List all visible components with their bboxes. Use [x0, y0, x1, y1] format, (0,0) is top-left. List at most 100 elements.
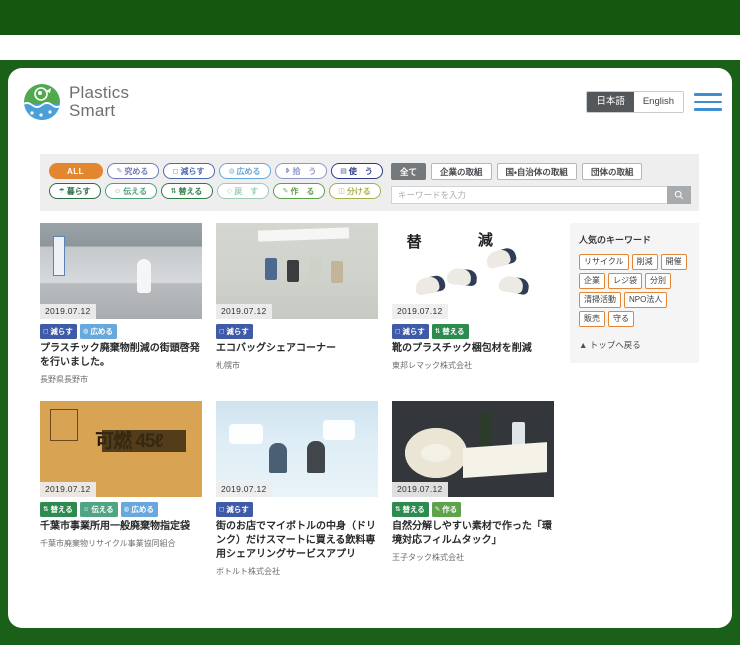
badge-icon: ⇅ — [43, 506, 49, 514]
sidebar: 人気のキーワード リサイクル 削減 開催 企業 レジ袋 分別 清掃活動 NPO法人 販売 守る ▲… — [570, 223, 699, 363]
card-thumbnail[interactable]: 2019.07.12 — [216, 223, 378, 319]
card-item[interactable]: 替減 2019.07.12 ◻ 減らす ⇅ 替える 靴のプラスチック梱包材を削減 東邦レマック… — [392, 223, 554, 385]
site-logo[interactable]: Plastics Smart — [22, 82, 129, 122]
card-badge-0[interactable]: ⇅ 替える — [40, 502, 77, 517]
card-item[interactable]: 可燃 45ℓ 2019.07.12 ⇅ 替える ☺ 伝える ◍ 広める 千葉市事業所用一般廃棄物… — [40, 401, 202, 577]
category-chip-2-4[interactable]: ✎ 作 る — [273, 183, 325, 199]
category-chip-2-3[interactable]: ◇ 戻 す — [217, 183, 269, 199]
card-title[interactable]: 千葉市事業所用一般廃棄物指定袋 — [40, 520, 202, 534]
card-title[interactable]: 街のお店でマイボトルの中身（ドリンク）だけスマートに買える飲料専用シェアリングサ… — [216, 520, 378, 563]
keyword-tag-8[interactable]: 販売 — [579, 311, 605, 327]
category-chip-1-4[interactable]: ❥ 拾 う — [275, 163, 327, 179]
keyword-tag-6[interactable]: 清掃活動 — [579, 292, 621, 308]
site-page: Plastics Smart 日本語 English ALL ✎ 究める ◻ 減らす ◍ 広… — [8, 68, 732, 628]
card-badge-0[interactable]: ◻ 減らす — [216, 324, 253, 339]
search-input[interactable] — [391, 186, 667, 204]
keyword-tag-3[interactable]: 企業 — [579, 273, 605, 289]
card-item[interactable]: 2019.07.12 ◻ 減らす ◍ 広める プラスチック廃棄物削減の街頭啓発を行いました… — [40, 223, 202, 385]
badge-label: 広める — [90, 326, 113, 336]
hamburger-menu-icon[interactable] — [694, 93, 722, 111]
keyword-list: リサイクル 削減 開催企業 レジ袋 分別清掃活動 NPO法人販売 守る — [579, 254, 690, 327]
card-thumbnail[interactable]: 可燃 45ℓ 2019.07.12 — [40, 401, 202, 498]
card-title[interactable]: エコバッグシェアコーナー — [216, 342, 378, 356]
card-badge-0[interactable]: ◻ 減らす — [392, 324, 429, 339]
card-badge-1[interactable]: ☺ 伝える — [79, 502, 118, 517]
chip-icon: ✎ — [282, 187, 289, 195]
keyword-tag-0[interactable]: リサイクル — [579, 254, 629, 270]
badge-icon: ◍ — [82, 328, 89, 335]
chip-icon: ◫ — [338, 187, 345, 195]
back-to-top-link[interactable]: ▲ トップへ戻る — [579, 339, 690, 351]
card-thumbnail[interactable]: 替減 2019.07.12 — [392, 223, 554, 319]
card-badge-2[interactable]: ◍ 広める — [120, 502, 158, 517]
scope-tab-1[interactable]: 企業の取組 — [431, 163, 492, 180]
card-thumbnail[interactable]: 2019.07.12 — [216, 401, 378, 498]
badge-label: 替える — [442, 326, 465, 336]
card-date: 2019.07.12 — [392, 304, 448, 319]
card-thumbnail[interactable]: 2019.07.12 — [392, 401, 554, 498]
card-badge-group: ◻ 減らす ◍ 広める — [40, 324, 202, 339]
badge-icon: ◻ — [43, 328, 49, 335]
card-title[interactable]: 自然分解しやすい素材で作った「環境対応フィルムタック」 — [392, 520, 554, 548]
scope-tab-3[interactable]: 団体の取組 — [581, 163, 643, 180]
card-badge-group: ◻ 減らす — [216, 324, 378, 339]
scope-tab-2[interactable]: 国・自治体の取組 — [496, 163, 577, 180]
card-organization: 千葉市廃棄物リサイクル事業協同組合 — [40, 538, 176, 548]
keyword-tag-9[interactable]: 守る — [608, 311, 634, 327]
category-chip-1-5[interactable]: ▤ 使 う — [331, 163, 383, 179]
card-date: 2019.07.12 — [216, 482, 272, 498]
category-chip-label: 拾 う — [292, 166, 317, 176]
category-chip-1-2[interactable]: ◻ 減らす — [163, 163, 215, 179]
card-badge-group: ⇅ 替える ☺ 伝える ◍ 広める — [40, 502, 202, 517]
category-chip-2-1[interactable]: ☺ 伝える — [105, 183, 157, 199]
card-badge-group: ◻ 減らす ⇅ 替える — [392, 324, 554, 339]
keyword-tag-7[interactable]: NPO法人 — [624, 292, 668, 308]
search-button[interactable] — [667, 186, 691, 204]
card-date: 2019.07.12 — [40, 304, 96, 319]
card-badge-0[interactable]: ◻ 減らす — [216, 502, 253, 517]
white-gap — [0, 35, 740, 60]
card-item[interactable]: 2019.07.12 ⇅ 替える ✎ 作る 自然分解しやすい素材で作った「環境対応フィルム… — [392, 401, 554, 577]
language-switcher[interactable]: 日本語 English — [586, 91, 684, 114]
card-badge-0[interactable]: ◻ 減らす — [40, 324, 77, 339]
category-chip-2-2[interactable]: ⇅ 替える — [161, 183, 213, 199]
badge-icon: ☺ — [82, 505, 90, 513]
badge-label: 替える — [402, 504, 425, 514]
category-chip-2-0[interactable]: ☂ 暮らす — [49, 183, 101, 199]
card-thumbnail[interactable]: 2019.07.12 — [40, 223, 202, 319]
category-chip-1-0[interactable]: ALL — [49, 163, 103, 179]
card-title[interactable]: プラスチック廃棄物削減の街頭啓発を行いました。 — [40, 342, 202, 370]
keyword-tag-4[interactable]: レジ袋 — [608, 273, 642, 289]
category-chip-row-1: ALL ✎ 究める ◻ 減らす ◍ 広める ❥ 拾 う ▤ 使 う — [49, 163, 384, 179]
card-organization: 王子タック株式会社 — [392, 552, 464, 562]
lang-japanese-button[interactable]: 日本語 — [587, 92, 634, 113]
scope-tab-0[interactable]: 全て — [391, 163, 427, 180]
category-chip-1-1[interactable]: ✎ 究める — [107, 163, 159, 179]
card-date: 2019.07.12 — [216, 304, 272, 319]
category-chip-label: ALL — [66, 166, 85, 176]
card-date: 2019.07.12 — [392, 482, 448, 498]
logo-line-2: Smart — [69, 101, 116, 120]
keyword-tag-5[interactable]: 分別 — [645, 273, 671, 289]
screen: Plastics Smart 日本語 English ALL ✎ 究める ◻ 減らす ◍ 広… — [0, 0, 740, 645]
category-chip-1-3[interactable]: ◍ 広める — [219, 163, 271, 179]
badge-label: 減らす — [226, 504, 249, 514]
category-chip-2-5[interactable]: ◫ 分ける — [329, 183, 381, 199]
card-organization: 東邦レマック株式会社 — [392, 360, 472, 370]
lang-english-button[interactable]: English — [633, 92, 683, 113]
keyword-tag-2[interactable]: 開催 — [660, 254, 687, 270]
category-chip-group: ALL ✎ 究める ◻ 減らす ◍ 広める ❥ 拾 う ▤ 使 う ☂ 暮らす ☺ 伝える ⇅ 替える ◇ 戻 す… — [49, 163, 384, 211]
scope-tab-group: 全て 企業の取組 国・自治体の取組 団体の取組 — [391, 163, 691, 180]
badge-icon: ⇅ — [395, 506, 401, 514]
chip-icon: ◇ — [226, 187, 233, 195]
card-badge-1[interactable]: ◍ 広める — [79, 324, 117, 339]
badge-label: 伝える — [91, 504, 114, 514]
keyword-tag-1[interactable]: 削減 — [631, 254, 658, 270]
card-item[interactable]: 2019.07.12 ◻ 減らす エコバッグシェアコーナー 札幌市 — [216, 223, 378, 385]
card-badge-0[interactable]: ⇅ 替える — [392, 502, 429, 517]
badge-label: 減らす — [402, 326, 425, 336]
card-title[interactable]: 靴のプラスチック梱包材を削減 — [392, 342, 554, 356]
card-badge-1[interactable]: ✎ 作る — [431, 502, 462, 517]
card-badge-1[interactable]: ⇅ 替える — [431, 324, 469, 339]
card-item[interactable]: 2019.07.12 ◻ 減らす街のお店でマイボトルの中身（ドリンク）だけスマートに… — [216, 401, 378, 577]
